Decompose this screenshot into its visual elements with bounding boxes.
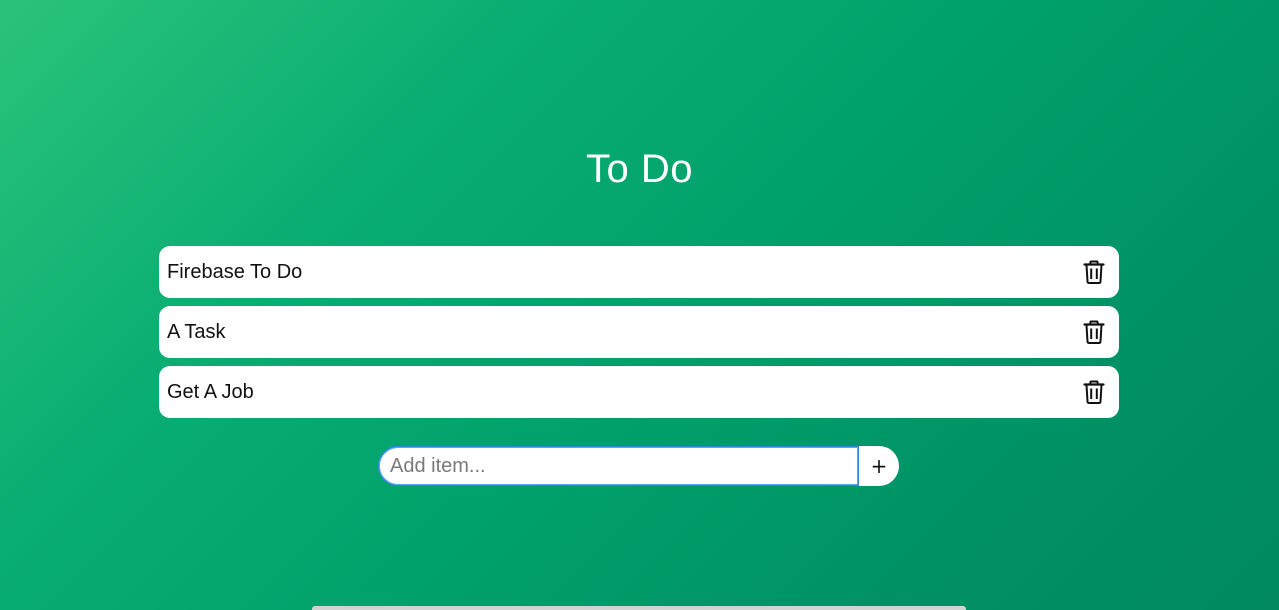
todo-item: Firebase To Do: [159, 246, 1119, 298]
todo-list: Firebase To Do A Task Get A Job: [159, 246, 1119, 426]
todo-item-text: A Task: [167, 321, 226, 343]
add-item-form: +: [378, 446, 899, 486]
todo-item-text: Firebase To Do: [167, 261, 303, 283]
page-title: To Do: [586, 147, 693, 191]
trash-icon: [1083, 260, 1105, 284]
todo-item: A Task: [159, 306, 1119, 358]
delete-button[interactable]: [1083, 260, 1105, 284]
trash-icon: [1083, 320, 1105, 344]
horizontal-scrollbar[interactable]: [312, 606, 966, 610]
trash-icon: [1083, 380, 1105, 404]
todo-item: Get A Job: [159, 366, 1119, 418]
add-item-input[interactable]: [378, 446, 859, 486]
add-item-button[interactable]: +: [859, 446, 899, 486]
delete-button[interactable]: [1083, 320, 1105, 344]
delete-button[interactable]: [1083, 380, 1105, 404]
todo-item-text: Get A Job: [167, 381, 254, 403]
